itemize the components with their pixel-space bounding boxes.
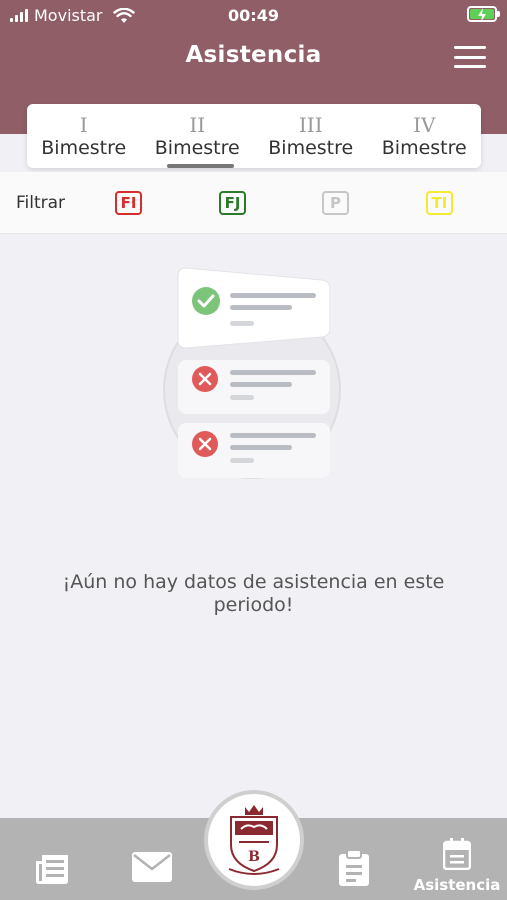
nav-mail[interactable] bbox=[131, 851, 173, 887]
page-title: Asistencia bbox=[185, 42, 322, 68]
empty-state-message: ¡Aún no hay datos de asistencia en este … bbox=[62, 571, 445, 616]
filter-chip-p[interactable]: P bbox=[322, 191, 349, 215]
tab-roman: II bbox=[189, 113, 206, 137]
active-tab-indicator bbox=[166, 164, 234, 168]
tab-roman: IV bbox=[413, 113, 436, 137]
filter-chip-fj[interactable]: FJ bbox=[219, 191, 246, 215]
tab-label: Bimestre bbox=[154, 137, 240, 159]
filter-label: Filtrar bbox=[16, 193, 66, 213]
filter-chip-ti[interactable]: TI bbox=[426, 191, 453, 215]
status-time: 00:49 bbox=[228, 6, 279, 25]
nav-tasks[interactable] bbox=[336, 849, 372, 891]
empty-attendance-illustration bbox=[163, 267, 341, 479]
news-icon bbox=[36, 855, 68, 884]
school-logo-button[interactable]: B bbox=[204, 790, 304, 890]
tab-label: Bimestre bbox=[381, 137, 467, 159]
tab-bimestre-2[interactable]: II Bimestre bbox=[141, 104, 255, 168]
nav-asistencia-label: Asistencia bbox=[413, 876, 501, 894]
tab-label: Bimestre bbox=[268, 137, 354, 159]
clipboard-icon bbox=[339, 849, 369, 886]
school-crest-logo: B bbox=[228, 805, 280, 875]
status-bar: Movistar 00:49 bbox=[0, 0, 507, 30]
filter-chip-fi[interactable]: FI bbox=[115, 191, 142, 215]
tab-bimestre-1[interactable]: I Bimestre bbox=[27, 104, 141, 168]
tab-bimestre-3[interactable]: III Bimestre bbox=[254, 104, 368, 168]
nav-asistencia[interactable]: Asistencia bbox=[412, 838, 502, 894]
svg-text:B: B bbox=[248, 849, 260, 865]
hamburger-menu-icon[interactable] bbox=[454, 46, 486, 68]
tab-bimestre-4[interactable]: IV Bimestre bbox=[368, 104, 482, 168]
tab-roman: III bbox=[298, 113, 323, 137]
tab-label: Bimestre bbox=[41, 137, 127, 159]
calendar-icon bbox=[442, 838, 472, 871]
battery-icon bbox=[467, 6, 500, 22]
tab-roman: I bbox=[79, 113, 88, 137]
mail-icon bbox=[132, 852, 172, 882]
nav-news[interactable] bbox=[34, 851, 70, 889]
filter-bar: Filtrar FI FJ P TI bbox=[0, 172, 507, 234]
period-tabs: I Bimestre II Bimestre III Bimestre IV B… bbox=[27, 104, 481, 168]
